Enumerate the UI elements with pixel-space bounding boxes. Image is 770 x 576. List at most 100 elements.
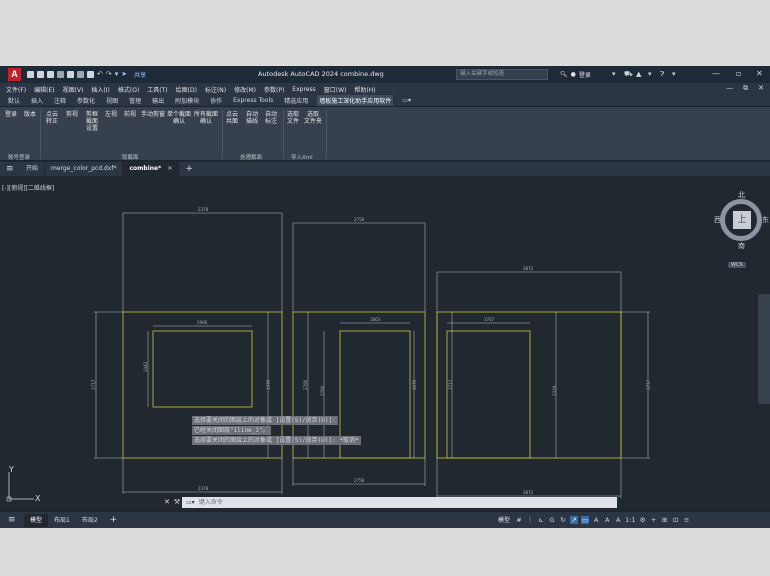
doc-restore-button[interactable]: ⧉ bbox=[743, 84, 748, 93]
new-file-icon[interactable] bbox=[27, 71, 34, 78]
viewport-controls-label[interactable]: [-][俯视][二维线框] bbox=[2, 183, 54, 192]
isolate-objects-icon[interactable]: ⊞ bbox=[661, 516, 669, 524]
search-icon[interactable]: 🔍︎ bbox=[560, 71, 568, 78]
command-input[interactable]: ▭▾ 键入命令 bbox=[182, 496, 617, 508]
doc-close-button[interactable]: ✕ bbox=[758, 84, 764, 93]
doc-minimize-button[interactable]: — bbox=[726, 84, 733, 93]
help-icon[interactable]: ❓︎ bbox=[660, 70, 664, 79]
viewcube[interactable]: 北 西 东 南 上 bbox=[714, 191, 769, 251]
object-snap-icon[interactable]: ▭ bbox=[581, 515, 590, 524]
menu-draw[interactable]: 绘图(D) bbox=[176, 85, 197, 94]
close-button[interactable]: ✕ bbox=[756, 69, 763, 78]
tab-manage[interactable]: 管理 bbox=[127, 95, 143, 106]
point-cloud-align-button[interactable]: 点云 转正 bbox=[46, 111, 58, 125]
wcs-menu[interactable]: WCS bbox=[728, 262, 746, 268]
customization-menu-icon[interactable]: ≡ bbox=[683, 516, 691, 524]
web-open-icon[interactable] bbox=[67, 71, 74, 78]
front-view-button[interactable]: 前视 bbox=[124, 111, 136, 118]
annotation-scale-icon[interactable]: A bbox=[614, 516, 622, 524]
version-button[interactable]: 版本 bbox=[24, 111, 36, 118]
cart-icon[interactable]: ⛟ bbox=[624, 70, 633, 79]
menu-edit[interactable]: 编辑(E) bbox=[34, 85, 54, 94]
tab-default[interactable]: 默认 bbox=[6, 95, 22, 106]
drawing-svg[interactable]: 2378 2378 1717 1370 2966 1442 2758 2758 … bbox=[0, 176, 770, 511]
menu-dimension[interactable]: 标注(N) bbox=[205, 85, 226, 94]
close-icon[interactable]: ✕ bbox=[167, 165, 172, 172]
left-view-button[interactable]: 左视 bbox=[105, 111, 117, 118]
select-folder-button[interactable]: 选取 文件夹 bbox=[304, 111, 322, 125]
login-label[interactable]: 登录 bbox=[579, 70, 591, 79]
menu-insert[interactable]: 插入(I) bbox=[91, 85, 109, 94]
menu-view[interactable]: 视图(V) bbox=[63, 85, 84, 94]
save-icon[interactable] bbox=[47, 71, 54, 78]
login-area[interactable]: 🔍︎ ● 登录 bbox=[560, 70, 591, 79]
command-prompt-icon[interactable]: ▭▾ bbox=[186, 497, 195, 508]
menu-help[interactable]: 帮助(H) bbox=[354, 85, 375, 94]
select-file-button[interactable]: 选取 文件 bbox=[287, 111, 299, 125]
qat-dropdown-icon[interactable]: ▾ bbox=[115, 71, 119, 78]
dropdown-icon[interactable]: ▾ bbox=[612, 70, 616, 78]
tab-start[interactable]: 开始 bbox=[20, 162, 46, 176]
tab-view[interactable]: 视图 bbox=[104, 95, 120, 106]
print-icon[interactable] bbox=[87, 71, 94, 78]
plus-icon[interactable]: + bbox=[650, 516, 658, 524]
clean-screen-icon[interactable]: ⊡ bbox=[672, 516, 680, 524]
menu-icon[interactable]: ≡ bbox=[6, 164, 20, 174]
minimize-button[interactable]: — bbox=[712, 69, 720, 78]
menu-express[interactable]: Express bbox=[292, 86, 315, 93]
autocad-logo[interactable]: A bbox=[8, 68, 21, 81]
gear-icon[interactable]: ⚙ bbox=[639, 516, 647, 524]
tab-parametric[interactable]: 参数化 bbox=[75, 95, 97, 106]
confirm-all-sections-button[interactable]: 所有截面 确认 bbox=[194, 111, 218, 125]
customize-wrench-icon[interactable]: ⚒ bbox=[172, 498, 182, 506]
dropdown-icon[interactable]: ▾ bbox=[648, 70, 652, 78]
close-icon[interactable]: ✕ bbox=[162, 498, 172, 506]
share-icon[interactable]: ➤ bbox=[121, 71, 127, 78]
drawing-canvas[interactable]: 2378 2378 1717 1370 2966 1442 2758 2758 … bbox=[0, 176, 770, 511]
ortho-icon[interactable]: ⊾ bbox=[537, 516, 545, 524]
layout-tab-layout2[interactable]: 布局2 bbox=[76, 514, 104, 527]
dropdown-icon[interactable]: ▾ bbox=[672, 70, 676, 78]
model-space-label[interactable]: 模型 bbox=[498, 515, 510, 524]
viewcube-south[interactable]: 南 bbox=[738, 241, 745, 251]
grid-icon[interactable]: # bbox=[515, 516, 523, 524]
layout-tab-model[interactable]: 模型 bbox=[24, 513, 49, 527]
annotation-visibility-icon[interactable]: A bbox=[592, 516, 600, 524]
viewcube-east[interactable]: 东 bbox=[762, 215, 769, 225]
object-snap-tracking-icon[interactable]: ↗ bbox=[570, 515, 579, 524]
tab-annotate[interactable]: 注释 bbox=[52, 95, 68, 106]
maximize-button[interactable]: ▫ bbox=[736, 69, 741, 78]
point-cloud-coplanar-button[interactable]: 点云 共面 bbox=[226, 111, 238, 125]
polar-icon[interactable]: G bbox=[548, 516, 556, 524]
tab-insert[interactable]: 插入 bbox=[29, 95, 45, 106]
menu-modify[interactable]: 修改(M) bbox=[234, 85, 256, 94]
menu-icon[interactable]: ≡ bbox=[8, 515, 24, 525]
save-as-icon[interactable] bbox=[57, 71, 64, 78]
tab-express-tools[interactable]: Express Tools bbox=[231, 96, 275, 105]
login-button[interactable]: 登录 bbox=[5, 111, 17, 118]
manual-clip-button[interactable]: 手动剪窗 bbox=[141, 111, 165, 118]
menu-format[interactable]: 格式(O) bbox=[118, 85, 139, 94]
open-file-icon[interactable] bbox=[37, 71, 44, 78]
search-input[interactable]: 键入关键字或短语 bbox=[456, 69, 548, 80]
viewcube-top-face[interactable]: 上 bbox=[733, 211, 751, 229]
scale-value[interactable]: 1:1 bbox=[625, 516, 635, 524]
tab-output[interactable]: 输出 bbox=[150, 95, 166, 106]
clip-frame-section-button[interactable]: 剪框 截面 设置 bbox=[86, 111, 98, 132]
isodraft-icon[interactable]: ↻ bbox=[559, 516, 567, 524]
snap-icon[interactable]: ⋮ bbox=[526, 516, 534, 524]
ribbon-toggle-icon[interactable]: ▭▾ bbox=[400, 96, 413, 105]
web-save-icon[interactable] bbox=[77, 71, 84, 78]
menu-window[interactable]: 窗口(W) bbox=[324, 85, 347, 94]
clip-view-button[interactable]: 剪视 bbox=[66, 111, 78, 118]
tab-featured-apps[interactable]: 精选应用 bbox=[282, 95, 310, 106]
tab-wall-panel-assistant[interactable]: 墙板施工深化助手应用软件 bbox=[317, 95, 394, 106]
auto-trace-button[interactable]: 自动 描线 bbox=[246, 111, 258, 125]
menu-file[interactable]: 文件(F) bbox=[6, 85, 26, 94]
file-tab-merge-color[interactable]: merge_color_pcd.dxf* bbox=[45, 162, 124, 176]
menu-tools[interactable]: 工具(T) bbox=[147, 85, 167, 94]
menu-parametric[interactable]: 参数(P) bbox=[264, 85, 284, 94]
undo-icon[interactable]: ↶ bbox=[97, 71, 103, 78]
new-tab-plus-icon[interactable]: + bbox=[185, 164, 193, 174]
tab-addins[interactable]: 附加模块 bbox=[173, 95, 201, 106]
